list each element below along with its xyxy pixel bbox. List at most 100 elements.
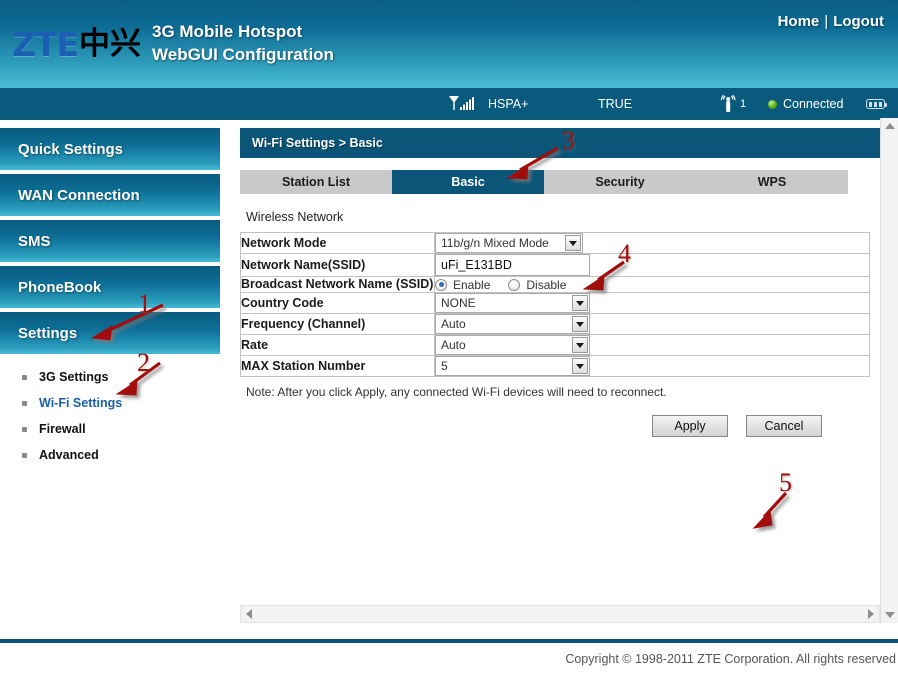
chevron-down-icon xyxy=(565,235,581,251)
rate-value: Auto xyxy=(441,338,466,352)
connection-status: Connected xyxy=(768,97,843,111)
chevron-down-icon xyxy=(572,316,588,332)
scroll-up-arrow-icon[interactable] xyxy=(881,118,898,134)
sidebar-subitem-firewall[interactable]: Firewall xyxy=(22,416,220,442)
network-type-label: HSPA+ xyxy=(488,97,529,111)
form-actions: Apply Cancel xyxy=(240,415,870,437)
vertical-scrollbar[interactable] xyxy=(880,118,898,623)
table-row: MAX Station Number 5 xyxy=(240,355,870,377)
table-row: Broadcast Network Name (SSID) Enable Dis… xyxy=(240,276,870,293)
logo-text: ZTE xyxy=(12,24,79,64)
breadcrumb: Wi-Fi Settings > Basic xyxy=(240,128,880,158)
radio-disable-label: Disable xyxy=(526,277,567,292)
bullet-icon xyxy=(22,374,27,380)
scroll-right-arrow-icon[interactable] xyxy=(863,606,879,622)
broadcast-ssid-radio-group: Enable Disable xyxy=(435,278,869,292)
scroll-down-arrow-icon[interactable] xyxy=(881,607,898,623)
sidebar-subitem-label: Advanced xyxy=(39,448,99,462)
sidebar-item-label: WAN Connection xyxy=(18,186,140,204)
app-title: 3G Mobile Hotspot WebGUI Configuration xyxy=(152,20,334,66)
connection-status-label: Connected xyxy=(783,97,844,111)
row-label-network-mode: Network Mode xyxy=(240,232,435,254)
tab-label: Basic xyxy=(451,175,485,189)
radio-enable[interactable] xyxy=(435,278,447,291)
sidebar-item-settings[interactable]: Settings xyxy=(0,312,220,354)
ssid-input[interactable] xyxy=(435,254,590,276)
annotation-number-2: 2 xyxy=(137,348,150,377)
rate-select[interactable]: Auto xyxy=(435,335,590,355)
app-title-line2: WebGUI Configuration xyxy=(152,45,334,64)
wireless-settings-table: Network Mode 11b/g/n Mixed Mode Network … xyxy=(240,232,870,377)
sidebar-item-label: Settings xyxy=(18,324,78,342)
network-mode-value: 11b/g/n Mixed Mode xyxy=(441,236,549,250)
sidebar-subitem-3g-settings[interactable]: 3G Settings xyxy=(22,364,220,390)
table-row: Network Mode 11b/g/n Mixed Mode xyxy=(240,232,870,254)
sidebar-subitem-wifi-settings[interactable]: Wi-Fi Settings xyxy=(22,390,220,416)
sidebar-item-label: Quick Settings xyxy=(18,140,124,158)
main-content: Wi-Fi Settings > Basic Station List Basi… xyxy=(240,128,880,625)
tab-station-list[interactable]: Station List xyxy=(240,170,392,194)
bullet-icon xyxy=(22,426,27,432)
max-station-number-value: 5 xyxy=(441,359,448,373)
table-row: Network Name(SSID) xyxy=(240,253,870,277)
annotation-number-5: 5 xyxy=(779,468,792,497)
row-label-max-station-number: MAX Station Number xyxy=(240,355,435,377)
scroll-left-arrow-icon[interactable] xyxy=(241,606,257,622)
table-row: Country Code NONE xyxy=(240,292,870,314)
header-links: Home | Logout xyxy=(778,13,884,30)
table-row: Frequency (Channel) Auto xyxy=(240,313,870,335)
table-row: Rate Auto xyxy=(240,334,870,356)
sidebar-subnav: 3G Settings Wi-Fi Settings Firewall Adva… xyxy=(0,364,220,468)
app-title-line1: 3G Mobile Hotspot xyxy=(152,22,303,41)
home-link[interactable]: Home xyxy=(778,13,820,30)
sidebar-item-label: SMS xyxy=(18,232,51,250)
form-note: Note: After you click Apply, any connect… xyxy=(246,385,667,399)
apply-button[interactable]: Apply xyxy=(652,415,728,437)
tab-basic[interactable]: Basic xyxy=(392,170,544,194)
chevron-down-icon xyxy=(572,337,588,353)
country-code-select[interactable]: NONE xyxy=(435,293,590,313)
network-mode-select[interactable]: 11b/g/n Mixed Mode xyxy=(435,233,583,253)
zte-logo: ZTE 中兴 xyxy=(12,24,141,64)
max-station-number-select[interactable]: 5 xyxy=(435,356,590,376)
carrier-label: TRUE xyxy=(598,97,633,111)
row-label-country-code: Country Code xyxy=(240,292,435,314)
sidebar-item-phonebook[interactable]: PhoneBook xyxy=(0,266,220,308)
annotation-number-3: 3 xyxy=(562,126,575,155)
wifi-broadcast-icon: 1 xyxy=(718,94,746,114)
tab-bar: Station List Basic Security WPS xyxy=(240,170,848,194)
apply-button-label: Apply xyxy=(674,419,706,433)
sidebar-item-quick-settings[interactable]: Quick Settings xyxy=(0,128,220,170)
annotation-number-1: 1 xyxy=(138,289,151,318)
radio-disable[interactable] xyxy=(508,278,521,291)
sidebar-subitem-label: Firewall xyxy=(39,422,86,436)
logout-link[interactable]: Logout xyxy=(833,13,884,30)
sidebar-item-sms[interactable]: SMS xyxy=(0,220,220,262)
sidebar-subitem-label: 3G Settings xyxy=(39,370,109,384)
header-link-separator: | xyxy=(824,13,829,30)
tab-label: Station List xyxy=(281,175,351,189)
page-header: ZTE 中兴 3G Mobile Hotspot WebGUI Configura… xyxy=(0,0,898,88)
sidebar-item-label: PhoneBook xyxy=(18,278,102,296)
country-code-value: NONE xyxy=(441,296,476,310)
annotation-number-4: 4 xyxy=(618,239,631,268)
status-indicator-icon xyxy=(768,99,777,109)
frequency-channel-value: Auto xyxy=(441,317,466,331)
horizontal-scrollbar[interactable] xyxy=(240,605,880,623)
bullet-icon xyxy=(22,400,27,406)
sidebar-subitem-advanced[interactable]: Advanced xyxy=(22,442,220,468)
radio-enable-label: Enable xyxy=(453,277,491,292)
cancel-button[interactable]: Cancel xyxy=(746,415,822,437)
tab-label: WPS xyxy=(757,175,787,189)
wifi-client-count: 1 xyxy=(740,98,747,110)
sidebar-subitem-label: Wi-Fi Settings xyxy=(39,396,123,410)
row-label-rate: Rate xyxy=(240,334,435,356)
chevron-down-icon xyxy=(572,358,588,374)
bullet-icon xyxy=(22,452,27,458)
tab-security[interactable]: Security xyxy=(544,170,696,194)
frequency-channel-select[interactable]: Auto xyxy=(435,314,590,334)
sidebar-item-wan-connection[interactable]: WAN Connection xyxy=(0,174,220,216)
signal-bars-icon xyxy=(448,95,478,113)
tab-wps[interactable]: WPS xyxy=(696,170,848,194)
logo-chinese-characters: 中兴 xyxy=(78,25,141,62)
